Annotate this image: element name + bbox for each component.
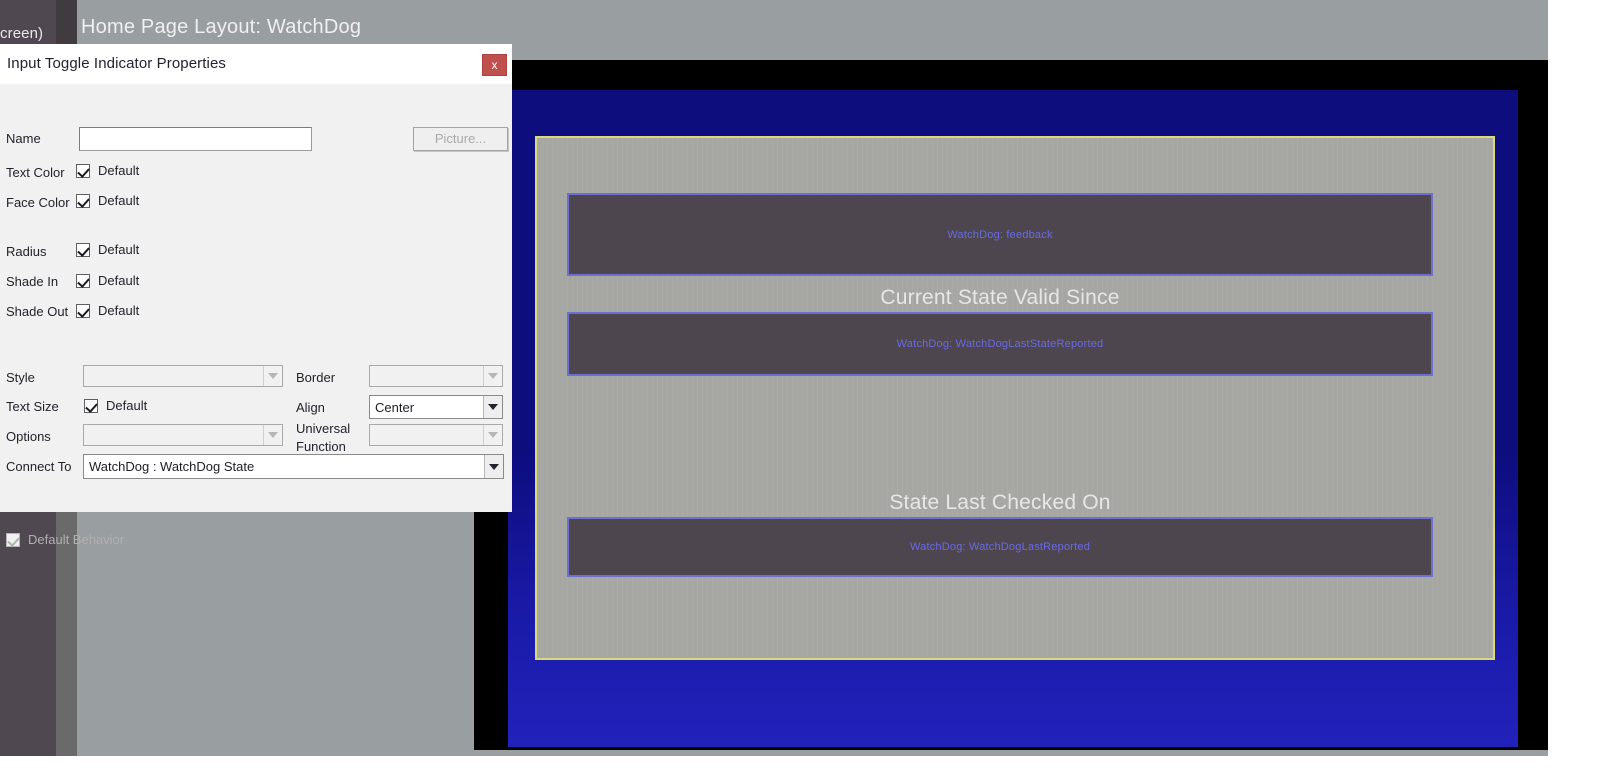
desktop-bottom-margin xyxy=(0,756,1548,772)
text-color-default-label: Default xyxy=(98,163,140,178)
align-label: Align xyxy=(296,400,325,415)
dialog-title: Input Toggle Indicator Properties xyxy=(7,55,226,72)
shade-out-default-label: Default xyxy=(98,303,140,318)
style-dropdown[interactable] xyxy=(83,365,283,387)
connect-to-dropdown-value: WatchDog : WatchDog State xyxy=(89,459,255,474)
shade-out-default-checkbox[interactable] xyxy=(76,303,90,318)
radius-default-label: Default xyxy=(98,242,140,257)
connect-to-label: Connect To xyxy=(6,459,72,474)
text-color-default-row[interactable]: Default xyxy=(76,163,139,178)
canvas-static-label-current-state-valid-since: Current State Valid Since xyxy=(880,286,1120,309)
radius-label: Radius xyxy=(6,244,47,259)
border-dropdown[interactable] xyxy=(369,365,503,387)
indicator-block-label: WatchDog: WatchDogLastReported xyxy=(909,541,1091,553)
default-behavior-checkbox[interactable] xyxy=(6,532,20,547)
shade-out-label: Shade Out xyxy=(6,304,69,319)
face-color-default-label: Default xyxy=(98,193,140,208)
indicator-block-feedback[interactable]: WatchDog: feedback xyxy=(567,193,1433,276)
canvas-page-surface[interactable]: WatchDog: feedback Current State Valid S… xyxy=(535,136,1495,660)
desktop-right-margin xyxy=(1548,0,1600,772)
face-color-label: Face Color xyxy=(6,195,70,210)
page-title: Home Page Layout: WatchDog xyxy=(81,16,362,38)
universal-function-dropdown[interactable] xyxy=(369,424,503,446)
shade-in-default-checkbox[interactable] xyxy=(76,273,90,288)
border-label: Border xyxy=(296,370,336,385)
left-rail-divider-top-cap xyxy=(56,0,77,46)
chevron-down-icon xyxy=(483,425,502,445)
chevron-down-icon xyxy=(263,425,282,445)
screen-root: creen) Home Page Layout: WatchDog WatchD… xyxy=(0,0,1600,772)
universal-function-label-line2: Function xyxy=(296,439,346,454)
input-toggle-indicator-properties-dialog: Input Toggle Indicator Properties x Name… xyxy=(0,44,512,547)
text-size-label: Text Size xyxy=(6,399,59,414)
connect-to-dropdown[interactable]: WatchDog : WatchDog State xyxy=(83,454,504,479)
align-dropdown-value: Center xyxy=(375,399,415,415)
options-dropdown[interactable] xyxy=(83,424,283,446)
left-rail-truncated-label: creen) xyxy=(0,25,44,42)
shade-in-label: Shade In xyxy=(6,274,59,289)
default-behavior-row[interactable]: Default Behavior xyxy=(6,532,124,547)
chevron-down-icon xyxy=(483,396,502,418)
text-size-default-checkbox[interactable] xyxy=(84,398,98,413)
picture-button[interactable]: Picture... xyxy=(413,127,508,151)
shade-in-default-row[interactable]: Default xyxy=(76,273,139,288)
radius-default-row[interactable]: Default xyxy=(76,242,139,257)
canvas-static-label-state-last-checked-on: State Last Checked On xyxy=(889,491,1111,514)
close-icon[interactable]: x xyxy=(482,54,507,76)
indicator-block-label: WatchDog: feedback xyxy=(947,228,1053,241)
text-color-default-checkbox[interactable] xyxy=(76,163,90,178)
chevron-down-icon xyxy=(263,366,282,386)
radius-default-checkbox[interactable] xyxy=(76,242,90,257)
face-color-default-checkbox[interactable] xyxy=(76,193,90,208)
chevron-down-icon xyxy=(484,455,503,478)
universal-function-label-line1: Universal xyxy=(296,421,351,436)
indicator-block-last-reported[interactable]: WatchDog: WatchDogLastReported xyxy=(567,517,1433,577)
face-color-default-row[interactable]: Default xyxy=(76,193,139,208)
chevron-down-icon xyxy=(483,366,502,386)
align-dropdown[interactable]: Center xyxy=(369,395,503,419)
dialog-title-bar: Input Toggle Indicator Properties x xyxy=(0,44,512,84)
name-input[interactable] xyxy=(79,127,312,151)
text-size-default-label: Default xyxy=(106,398,148,413)
options-label: Options xyxy=(6,429,51,444)
text-color-label: Text Color xyxy=(6,165,65,180)
default-behavior-label: Default Behavior xyxy=(28,532,125,547)
indicator-block-last-state-reported[interactable]: WatchDog: WatchDogLastStateReported xyxy=(567,312,1433,376)
shade-out-default-row[interactable]: Default xyxy=(76,303,139,318)
text-size-default-row[interactable]: Default xyxy=(84,398,147,413)
indicator-block-label: WatchDog: WatchDogLastStateReported xyxy=(896,338,1104,350)
style-label: Style xyxy=(6,370,35,385)
shade-in-default-label: Default xyxy=(98,273,140,288)
dialog-body: Name Picture... Text Color Default Face … xyxy=(0,84,512,547)
name-label: Name xyxy=(6,131,41,146)
